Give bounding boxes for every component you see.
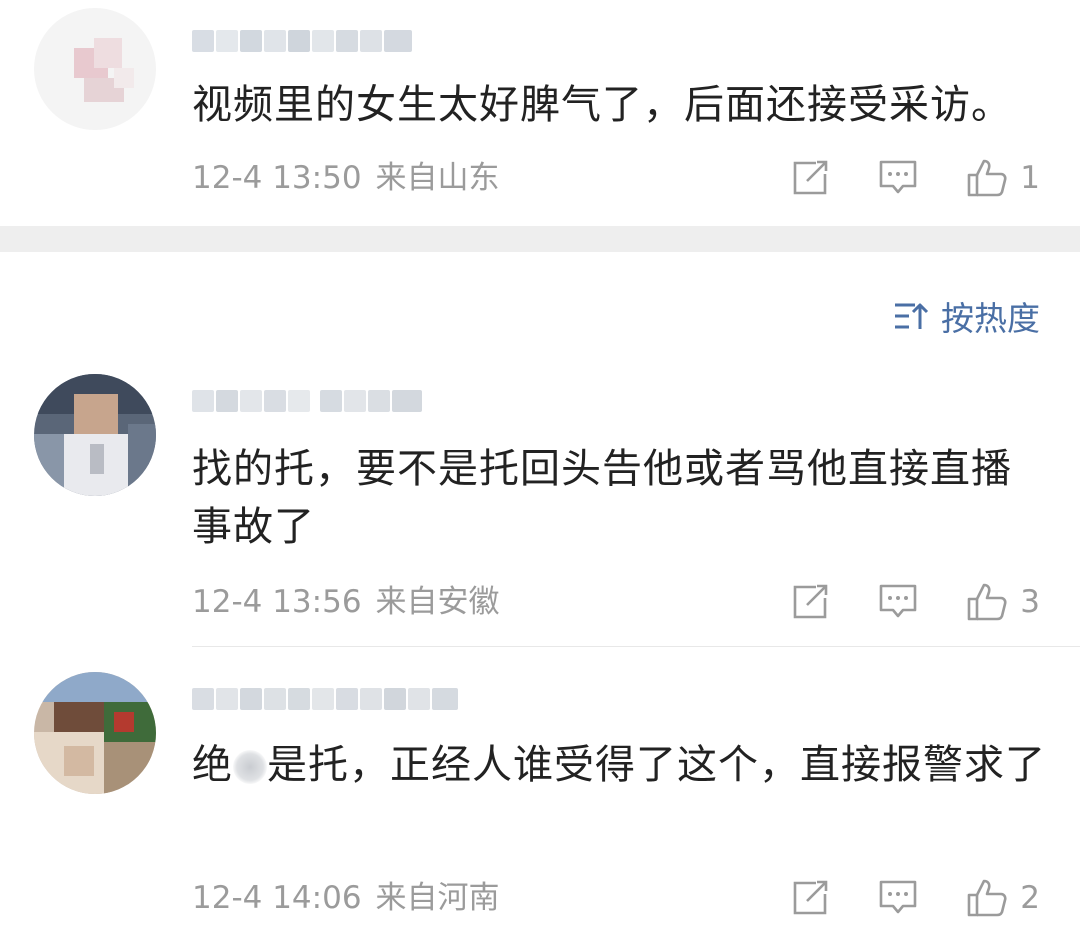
avatar[interactable] [34,8,156,130]
like-button[interactable]: 3 [966,582,1040,622]
avatar[interactable] [34,374,156,496]
comment-meta: 12-4 13:56 来自安徽 [192,582,500,622]
sort-icon [895,303,929,329]
sort-by-popularity-button[interactable]: 按热度 [893,292,1040,340]
comment-meta: 12-4 13:50 来自山东 [192,158,500,198]
comment-time: 12-4 13:56 [192,584,362,620]
comment-icon [879,584,917,618]
username-blurred[interactable] [192,384,424,418]
like-count: 3 [1020,584,1040,620]
share-icon [793,584,828,619]
share-icon [793,880,828,915]
section-separator [0,226,1080,252]
comment-list-page: 视频里的女生太好脾气了，后面还接受采访。 12-4 13:50 来自山东 1 按… [0,0,1080,935]
share-button[interactable] [792,584,830,620]
like-count: 1 [1020,160,1040,196]
like-count: 2 [1020,880,1040,916]
comment-location: 来自安徽 [375,584,500,620]
reply-button[interactable] [878,879,918,917]
comment-location: 来自河南 [375,880,500,916]
comment-divider [192,646,1080,647]
reply-button[interactable] [878,583,918,621]
like-button[interactable]: 2 [966,878,1040,918]
comment-time: 12-4 14:06 [192,880,362,916]
comment-text-start: 绝 [192,742,233,788]
share-button[interactable] [792,160,830,196]
username-blurred[interactable] [192,24,414,58]
comment-meta: 12-4 14:06 来自河南 [192,878,500,918]
comment-text: 视频里的女生太好脾气了，后面还接受采访。 [192,82,1012,128]
reply-button[interactable] [878,159,918,197]
thumbs-up-icon [967,159,1007,197]
comment-text: 找的托，要不是托回头告他或者骂他直接直播事故了 [192,446,1012,550]
redacted-character [233,750,267,784]
comment-actions: 2 [744,876,1040,920]
comment-icon [879,880,917,914]
comment-item: 绝是托，正经人谁受得了这个，直接报警求了 12-4 14:06 来自河南 2 [0,660,1080,935]
comment-text-rest: 是托，正经人谁受得了这个，直接报警求了 [267,742,1046,788]
thumbs-up-icon [967,879,1007,917]
share-button[interactable] [792,880,830,916]
thumbs-up-icon [967,583,1007,621]
comment-actions: 1 [744,156,1040,200]
comment-actions: 3 [744,580,1040,624]
sort-label: 按热度 [941,299,1040,338]
username-blurred[interactable] [192,682,460,716]
comment-text: 绝是托，正经人谁受得了这个，直接报警求了 [192,736,1052,794]
comment-item: 视频里的女生太好脾气了，后面还接受采访。 12-4 13:50 来自山东 1 [0,0,1080,226]
comment-time: 12-4 13:50 [192,160,362,196]
comment-location: 来自山东 [375,160,500,196]
comment-item: 找的托，要不是托回头告他或者骂他直接直播事故了 12-4 13:56 来自安徽 [0,360,1080,645]
avatar[interactable] [34,672,156,794]
share-icon [793,160,828,195]
comment-icon [879,160,917,194]
like-button[interactable]: 1 [966,158,1040,198]
